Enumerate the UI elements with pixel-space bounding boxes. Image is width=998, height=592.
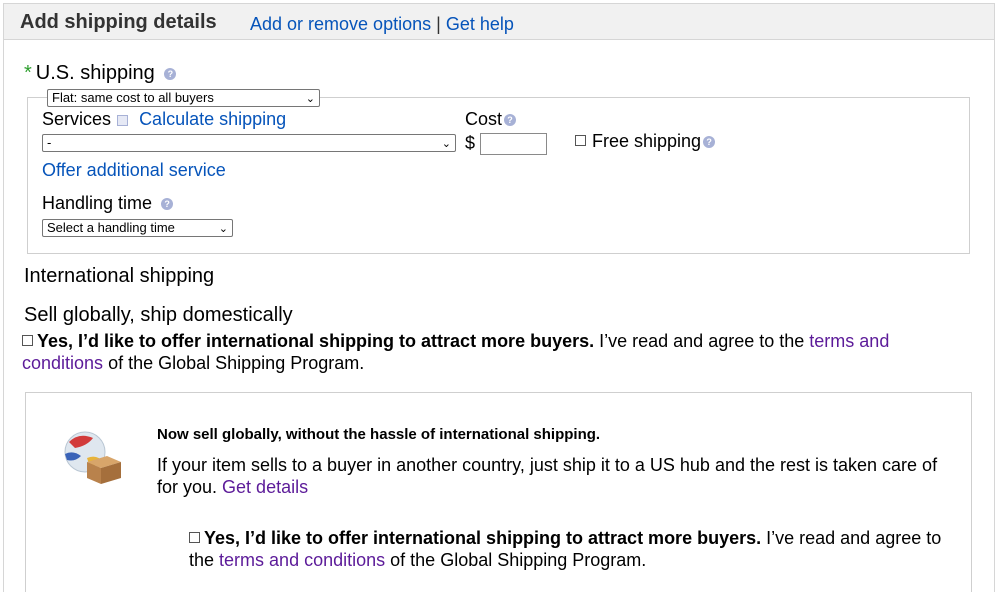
page-header: Add shipping details Add or remove optio… — [3, 3, 995, 40]
calculate-shipping-link[interactable]: Calculate shipping — [139, 109, 286, 129]
get-details-link[interactable]: Get details — [222, 477, 308, 497]
handling-time-label: Handling time ? — [42, 193, 174, 214]
promo-gsp-checkbox[interactable] — [189, 531, 200, 543]
promo-gsp-opt-in: Yes, I’d like to offer international shi… — [189, 528, 942, 570]
gsp-checkbox[interactable] — [22, 334, 33, 346]
calculator-icon — [117, 114, 129, 126]
sell-globally-title: Sell globally, ship domestically — [24, 304, 293, 326]
help-icon[interactable]: ? — [161, 198, 174, 211]
chevron-down-icon: ⌄ — [218, 223, 228, 235]
free-shipping-checkbox[interactable] — [575, 134, 586, 146]
currency-symbol: $ — [465, 133, 476, 153]
header-links: Add or remove options | Get help — [250, 14, 514, 35]
international-shipping-title: International shipping — [24, 265, 215, 287]
promo-body: If your item sells to a buyer in another… — [157, 455, 938, 497]
globe-package-icon — [64, 431, 121, 484]
help-icon[interactable]: ? — [164, 67, 177, 80]
help-icon[interactable]: ? — [703, 136, 716, 149]
promo-terms-link[interactable]: terms and conditions — [219, 550, 385, 570]
shipping-type-select[interactable]: Flat: same cost to all buyers ⌄ — [47, 89, 320, 107]
get-help-link[interactable]: Get help — [446, 14, 514, 34]
handling-time-select[interactable]: Select a handling time ⌄ — [42, 219, 233, 237]
services-select[interactable]: - ⌄ — [42, 134, 456, 152]
cost-label: Cost? — [465, 109, 517, 130]
chevron-down-icon: ⌄ — [441, 138, 451, 150]
chevron-down-icon: ⌄ — [305, 93, 315, 105]
offer-additional-service-link[interactable]: Offer additional service — [42, 160, 226, 181]
services-label: Services Calculate shipping — [42, 109, 287, 129]
page-title: Add shipping details — [20, 11, 217, 33]
us-shipping-label: * U.S. shipping ? — [24, 62, 177, 85]
header-separator: | — [436, 14, 441, 34]
promo-heading: Now sell globally, without the hassle of… — [157, 426, 601, 443]
required-mark: * — [24, 62, 32, 84]
add-remove-options-link[interactable]: Add or remove options — [250, 14, 431, 34]
cost-input[interactable] — [480, 133, 547, 155]
gsp-opt-in: Yes, I’d like to offer international shi… — [22, 331, 890, 373]
free-shipping-option[interactable]: Free shipping? — [575, 131, 716, 152]
help-icon[interactable]: ? — [504, 114, 517, 127]
